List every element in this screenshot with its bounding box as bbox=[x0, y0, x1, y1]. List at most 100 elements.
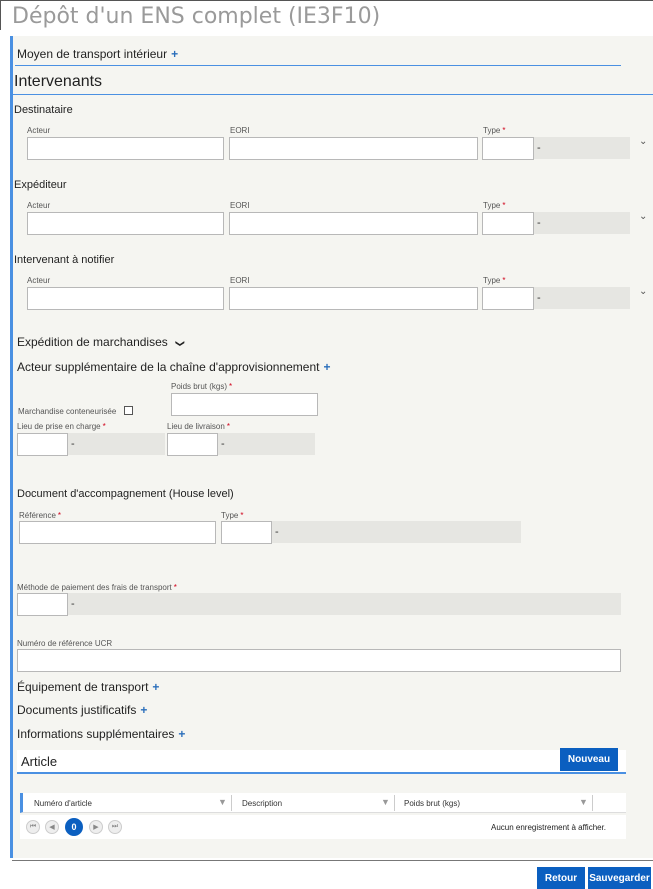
eori-label: EORI bbox=[230, 276, 250, 285]
section-documents-justificatifs[interactable]: Documents justificatifs + bbox=[17, 703, 147, 717]
section-divider bbox=[13, 94, 653, 95]
paiement-dash: - bbox=[71, 598, 75, 610]
destinataire-acteur-input[interactable] bbox=[27, 137, 224, 160]
article-grid-header bbox=[20, 793, 626, 813]
destinataire-eori-input[interactable] bbox=[229, 137, 478, 160]
left-border bbox=[0, 0, 1, 30]
section-label: Moyen de transport intérieur bbox=[17, 47, 168, 61]
paiement-desc bbox=[68, 593, 621, 615]
notifier-type-input[interactable] bbox=[482, 287, 534, 310]
expediteur-type-desc bbox=[534, 212, 630, 234]
conteneurisee-checkbox[interactable] bbox=[124, 406, 133, 415]
poids-brut-input[interactable] bbox=[171, 393, 318, 416]
type-desc-dash: - bbox=[537, 217, 541, 229]
ucr-input[interactable] bbox=[17, 649, 621, 672]
column-description[interactable]: Description bbox=[242, 799, 282, 808]
poids-brut-label: Poids brut (kgs) * bbox=[171, 382, 233, 391]
destinataire-type-input[interactable] bbox=[482, 137, 534, 160]
section-divider bbox=[15, 65, 621, 66]
section-title-intervenants: Intervenants bbox=[14, 73, 103, 90]
column-poids-brut[interactable]: Poids brut (kgs) bbox=[404, 799, 460, 808]
reference-input[interactable] bbox=[19, 521, 216, 544]
chevron-down-icon[interactable]: ⌄ bbox=[639, 286, 647, 297]
lieu-prise-desc bbox=[68, 433, 165, 455]
lieu-prise-dash: - bbox=[71, 438, 75, 450]
type-desc-dash: - bbox=[537, 142, 541, 154]
type-desc-dash: - bbox=[537, 292, 541, 304]
expediteur-type-input[interactable] bbox=[482, 212, 534, 235]
section-expedition[interactable]: Expédition de marchandises ❯ bbox=[17, 335, 185, 349]
eori-label: EORI bbox=[230, 126, 250, 135]
lieu-prise-input[interactable] bbox=[17, 433, 68, 456]
group-title-intervenant-notifier: Intervenant à notifier bbox=[14, 254, 115, 266]
lieu-livraison-label: Lieu de livraison * bbox=[167, 422, 230, 431]
doc-type-dash: - bbox=[275, 526, 279, 538]
column-separator bbox=[592, 795, 593, 811]
group-title-destinataire: Destinataire bbox=[14, 104, 73, 116]
plus-icon[interactable]: + bbox=[171, 47, 178, 61]
expediteur-eori-input[interactable] bbox=[229, 212, 478, 235]
footer-divider bbox=[12, 860, 653, 861]
plus-icon[interactable]: + bbox=[152, 680, 159, 694]
top-border bbox=[0, 0, 653, 1]
filter-icon[interactable]: ▼ bbox=[579, 797, 588, 807]
article-header bbox=[17, 750, 626, 774]
chevron-down-icon[interactable]: ⌄ bbox=[639, 211, 647, 222]
eori-label: EORI bbox=[230, 201, 250, 210]
type-label: Type * bbox=[483, 201, 506, 210]
chevron-down-icon[interactable]: ⌄ bbox=[639, 136, 647, 147]
column-numero-article[interactable]: Numéro d'article bbox=[34, 799, 92, 808]
last-page-button[interactable]: ⏭ bbox=[108, 820, 122, 834]
ucr-label: Numéro de référence UCR bbox=[17, 639, 113, 648]
section-label: Informations supplémentaires bbox=[17, 727, 175, 741]
lieu-prise-label: Lieu de prise en charge * bbox=[17, 422, 106, 431]
prev-page-button[interactable]: ◀ bbox=[45, 820, 59, 834]
destinataire-type-desc bbox=[534, 137, 630, 159]
section-informations-supplementaires[interactable]: Informations supplémentaires + bbox=[17, 727, 185, 741]
filter-icon[interactable]: ▼ bbox=[218, 797, 227, 807]
plus-icon[interactable]: + bbox=[140, 703, 147, 717]
empty-records-text: Aucun enregistrement à afficher. bbox=[491, 823, 607, 832]
column-separator bbox=[394, 795, 395, 811]
new-article-button[interactable]: Nouveau bbox=[560, 748, 618, 771]
doc-type-label: Type * bbox=[221, 511, 244, 520]
lieu-livraison-dash: - bbox=[221, 438, 225, 450]
section-label: Expédition de marchandises bbox=[17, 335, 168, 349]
section-label: Acteur supplémentaire de la chaîne d'app… bbox=[17, 360, 320, 374]
back-button[interactable]: Retour bbox=[537, 867, 585, 889]
column-separator bbox=[231, 795, 232, 811]
doc-type-desc bbox=[272, 521, 521, 543]
type-label: Type * bbox=[483, 276, 506, 285]
save-button[interactable]: Sauvegarder bbox=[588, 867, 651, 889]
expediteur-acteur-input[interactable] bbox=[27, 212, 224, 235]
section-transport-interieur[interactable]: Moyen de transport intérieur + bbox=[17, 47, 178, 61]
conteneurisee-label: Marchandise conteneurisée bbox=[18, 407, 117, 416]
notifier-type-desc bbox=[534, 287, 630, 309]
notifier-acteur-input[interactable] bbox=[27, 287, 224, 310]
page-title: Dépôt d'un ENS complet (IE3F10) bbox=[12, 4, 381, 29]
plus-icon[interactable]: + bbox=[323, 360, 330, 374]
lieu-livraison-desc bbox=[218, 433, 315, 455]
type-label: Type * bbox=[483, 126, 506, 135]
article-title: Article bbox=[21, 754, 58, 769]
paiement-input[interactable] bbox=[17, 593, 68, 616]
next-page-button[interactable]: ▶ bbox=[89, 820, 103, 834]
section-document-accompagnement: Document d'accompagnement (House level) bbox=[17, 488, 234, 500]
acteur-label: Acteur bbox=[27, 201, 51, 210]
acteur-label: Acteur bbox=[27, 126, 51, 135]
reference-label: Référence * bbox=[19, 511, 62, 520]
first-page-button[interactable]: ⏮ bbox=[26, 820, 40, 834]
section-acteur-supplementaire[interactable]: Acteur supplémentaire de la chaîne d'app… bbox=[17, 360, 331, 374]
section-equipement-transport[interactable]: Équipement de transport + bbox=[17, 680, 159, 694]
notifier-eori-input[interactable] bbox=[229, 287, 478, 310]
filter-icon[interactable]: ▼ bbox=[381, 797, 390, 807]
doc-type-input[interactable] bbox=[221, 521, 272, 544]
plus-icon[interactable]: + bbox=[178, 727, 185, 741]
section-label: Documents justificatifs bbox=[17, 703, 137, 717]
chevron-down-icon[interactable]: ❯ bbox=[174, 340, 185, 348]
acteur-label: Acteur bbox=[27, 276, 51, 285]
current-page[interactable]: 0 bbox=[65, 818, 83, 836]
lieu-livraison-input[interactable] bbox=[167, 433, 218, 456]
section-label: Équipement de transport bbox=[17, 680, 149, 694]
group-title-expediteur: Expéditeur bbox=[14, 179, 67, 191]
